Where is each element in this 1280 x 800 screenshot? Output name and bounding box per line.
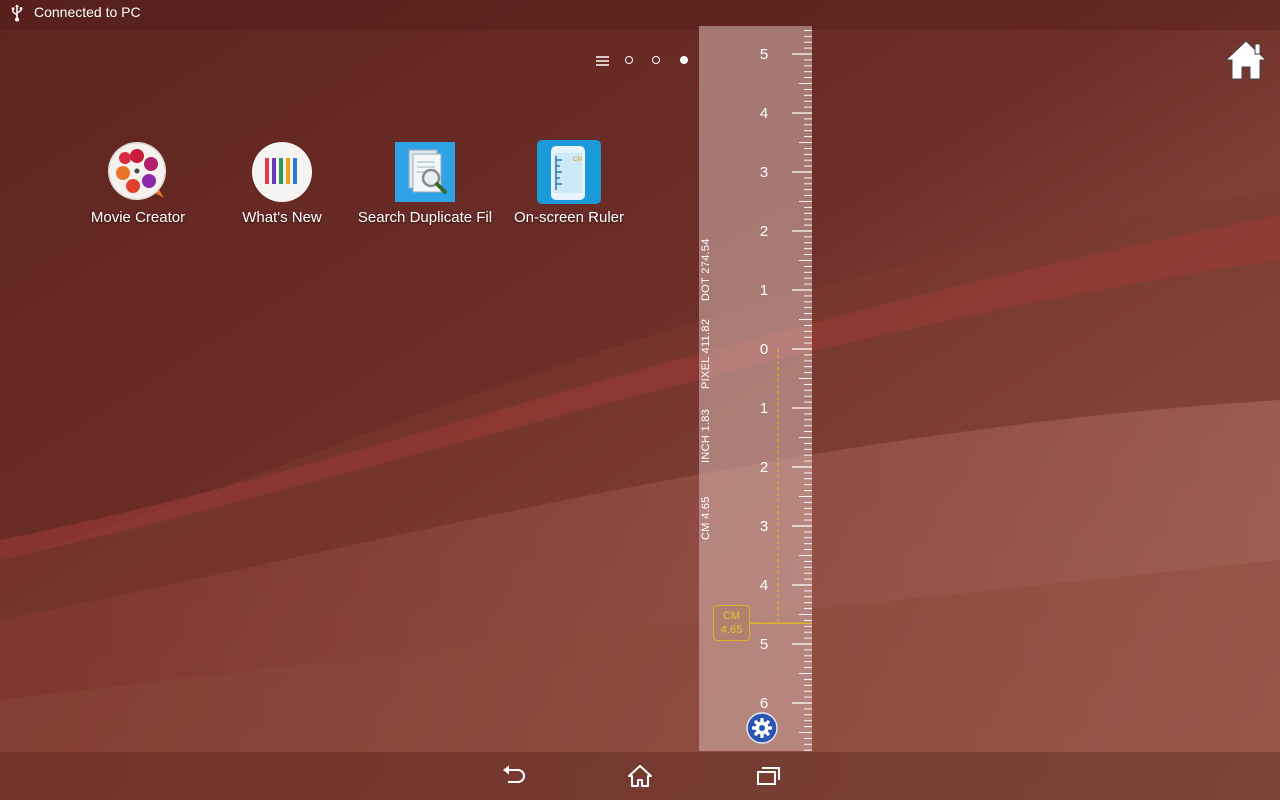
status-text: Connected to PC [34,4,141,20]
home-icon[interactable] [627,764,653,788]
ruler-upper-label: 4 [760,105,768,122]
on-screen-ruler-icon: CM [537,140,601,204]
navigation-bar [0,752,1280,800]
status-bar: Connected to PC [0,0,1280,26]
app-label: What's New [242,209,322,226]
marker-unit: CM [722,610,741,622]
app-label: On-screen Ruler [513,209,625,226]
measurement-cm: CM 4.65 [700,496,712,540]
svg-text:CM: CM [573,157,582,163]
ruler-upper-label: 5 [760,46,768,63]
recents-icon[interactable] [755,764,781,788]
home-icon[interactable] [1224,38,1268,82]
ruler-lower-label: 6 [760,695,768,712]
page-dot[interactable] [652,56,660,64]
measurement-marker[interactable]: CM 4.65 [713,605,750,641]
app-label: Movie Creator [90,209,186,226]
app-label: Search Duplicate Fil [357,209,493,226]
all-apps-menu-icon[interactable] [596,54,609,68]
app-search-duplicate-files[interactable]: Search Duplicate Fil [350,140,500,226]
usb-icon [11,4,23,22]
ruler-lower-label: 4 [760,577,768,594]
wallpaper [0,0,1280,800]
settings-gear-icon[interactable] [746,712,778,744]
page-dot[interactable] [625,56,633,64]
measurement-inch: INCH 1.83 [700,408,712,463]
ruler-upper-label: 1 [760,282,768,299]
app-movie-creator[interactable]: Movie Creator [63,140,213,226]
back-icon[interactable] [500,764,526,788]
ruler-lower-label: 3 [760,518,768,535]
marker-value: 4.65 [720,624,743,636]
ruler-lower-label: 0 [760,341,768,358]
ruler-lower-label: 5 [760,636,768,653]
app-on-screen-ruler[interactable]: CM On-screen Ruler [494,140,644,226]
ruler-upper-label: 3 [760,164,768,181]
movie-creator-icon [106,140,170,204]
search-duplicate-files-icon [393,140,457,204]
page-dot-current[interactable] [680,56,688,64]
ruler-lower-label: 2 [760,459,768,476]
measurement-dot: DOT 274.54 [700,238,712,301]
app-whats-new[interactable]: What's New [207,140,357,226]
ruler-lower-label: 1 [760,400,768,417]
measurement-pixel: PIXEL 411.82 [700,318,712,389]
ruler-scale: 5 4 3 2 1 0 1 2 3 4 5 6 [749,29,812,751]
ruler-upper-label: 2 [760,223,768,240]
on-screen-ruler[interactable]: 5 4 3 2 1 0 1 2 3 4 5 6 [699,26,812,751]
whats-new-icon [250,140,314,204]
